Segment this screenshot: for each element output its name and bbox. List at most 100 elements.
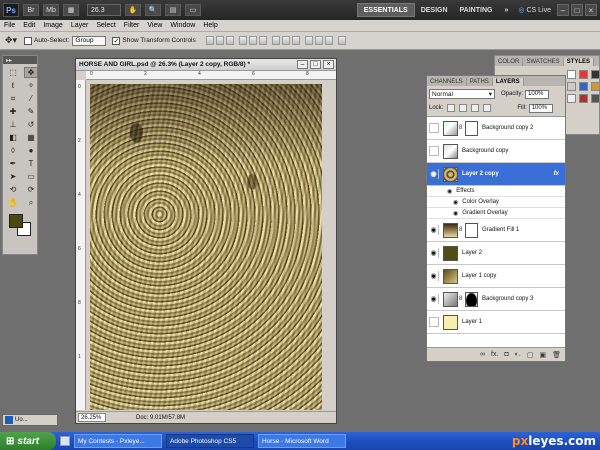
arrange-documents-button[interactable]: ▤	[165, 4, 181, 16]
lasso-tool-icon[interactable]: ℓ	[6, 80, 20, 91]
style-swatch[interactable]	[579, 82, 588, 91]
menu-filter[interactable]: Filter	[120, 22, 144, 29]
layer-row[interactable]: Background copy	[427, 140, 565, 163]
close-button[interactable]: ×	[585, 4, 597, 16]
taskbar-item-photoshop[interactable]: Adobe Photoshop CS5	[166, 434, 254, 448]
eyedropper-icon[interactable]: ⁄	[24, 93, 38, 104]
move-tool-icon[interactable]: ✥	[24, 67, 38, 78]
style-swatch[interactable]	[567, 70, 576, 79]
align-top-icon[interactable]	[205, 36, 214, 45]
style-swatch[interactable]	[591, 94, 600, 103]
screen-mode-button[interactable]: ▭	[185, 4, 201, 16]
layer-row[interactable]: ◉ 8 Background copy 3	[427, 288, 565, 311]
zoom-level-field[interactable]: 26.3	[87, 4, 121, 16]
layer-row[interactable]: ◉ Layer 2	[427, 242, 565, 265]
fx-icon[interactable]: fx	[554, 171, 559, 177]
effect-row[interactable]: ◉ Gradient Overlay	[427, 208, 565, 219]
3d-camera-icon[interactable]: ⟳	[24, 184, 38, 195]
auto-select-checkbox[interactable]	[24, 36, 32, 45]
maximize-button[interactable]: □	[571, 4, 583, 16]
menu-select[interactable]: Select	[92, 22, 119, 29]
style-swatch[interactable]	[591, 70, 600, 79]
auto-select-dropdown[interactable]: Group	[72, 35, 107, 46]
tab-paths[interactable]: PATHS	[467, 78, 493, 86]
3d-rotate-icon[interactable]: ⟲	[6, 184, 20, 195]
minimized-document-tab[interactable]: Uo...	[2, 414, 58, 426]
visibility-toggle[interactable]	[429, 146, 439, 156]
doc-maximize-button[interactable]: □	[310, 60, 321, 69]
type-tool-icon[interactable]: T	[24, 158, 38, 169]
menu-file[interactable]: File	[0, 22, 19, 29]
doc-zoom-field[interactable]: 26.25%	[78, 413, 106, 422]
new-group-icon[interactable]: ▢	[527, 351, 534, 359]
doc-minimize-button[interactable]: –	[297, 60, 308, 69]
dodge-tool-icon[interactable]: ●	[24, 145, 38, 156]
distribute-top-icon[interactable]	[271, 36, 280, 45]
lock-position-icon[interactable]	[471, 104, 480, 112]
menu-edit[interactable]: Edit	[19, 22, 39, 29]
minibridge-button[interactable]: Mb	[43, 4, 59, 16]
history-brush-icon[interactable]: ↺	[24, 119, 38, 130]
align-vcenter-icon[interactable]	[215, 36, 224, 45]
layer-row[interactable]: ◉ 8 Gradient Fill 1	[427, 219, 565, 242]
hand-tool-icon[interactable]: ✋	[6, 197, 20, 208]
cs-live-button[interactable]: ◎ CS Live	[514, 4, 555, 16]
healing-brush-icon[interactable]: ✚	[6, 106, 20, 117]
visibility-toggle[interactable]	[429, 317, 439, 327]
brush-tool-icon[interactable]: ✎	[24, 106, 38, 117]
crop-tool-icon[interactable]: ⌗	[6, 93, 20, 104]
eye-icon[interactable]: ◉	[453, 210, 458, 217]
bridge-button[interactable]: Br	[23, 4, 39, 16]
magic-wand-icon[interactable]: ✧	[24, 80, 38, 91]
style-swatch[interactable]	[567, 82, 576, 91]
menu-window[interactable]: Window	[166, 22, 199, 29]
eye-icon[interactable]: ◉	[447, 188, 452, 195]
zoom-tool-icon[interactable]: ⌕	[24, 197, 38, 208]
zoom-icon[interactable]: 🔍	[145, 4, 161, 16]
tab-swatches[interactable]: SWATCHES	[523, 58, 564, 66]
shape-tool-icon[interactable]: ▭	[24, 171, 38, 182]
lock-all-icon[interactable]	[483, 104, 492, 112]
add-style-icon[interactable]: fx.	[491, 351, 498, 358]
move-tool-icon[interactable]: ✥▾	[4, 35, 18, 47]
path-selection-icon[interactable]: ➤	[6, 171, 20, 182]
view-extras-button[interactable]: ▦	[63, 4, 79, 16]
align-bottom-icon[interactable]	[225, 36, 234, 45]
effects-header[interactable]: ◉ Effects	[427, 186, 565, 197]
eye-icon[interactable]: ◉	[429, 225, 439, 235]
pen-tool-icon[interactable]: ✒	[6, 158, 20, 169]
align-left-icon[interactable]	[238, 36, 247, 45]
add-mask-icon[interactable]: ◘	[504, 351, 508, 358]
menu-image[interactable]: Image	[39, 22, 66, 29]
style-swatch[interactable]	[579, 70, 588, 79]
lock-transparency-icon[interactable]	[447, 104, 456, 112]
minimize-button[interactable]: –	[557, 4, 569, 16]
image-canvas[interactable]	[90, 84, 322, 410]
eye-icon[interactable]: ◉	[429, 294, 439, 304]
opacity-field[interactable]: 100%	[525, 89, 550, 99]
taskbar-item-word[interactable]: Horse - Microsoft Word	[258, 434, 346, 448]
tools-panel-header[interactable]: ▸▸	[3, 56, 37, 64]
tab-channels[interactable]: CHANNELS	[427, 78, 467, 86]
effect-row[interactable]: ◉ Color Overlay	[427, 197, 565, 208]
workspace-painting[interactable]: PAINTING	[454, 3, 499, 17]
eraser-tool-icon[interactable]: ◧	[6, 132, 20, 143]
marquee-tool-icon[interactable]: ⬚	[6, 67, 20, 78]
workspace-design[interactable]: DESIGN	[415, 3, 454, 17]
layer-row[interactable]: 8 Background copy 2	[427, 117, 565, 140]
blur-tool-icon[interactable]: ◊	[6, 145, 20, 156]
taskbar-item-browser[interactable]: My Contests - Pxleye...	[74, 434, 162, 448]
distribute-right-icon[interactable]	[324, 36, 333, 45]
lock-pixels-icon[interactable]	[459, 104, 468, 112]
fill-field[interactable]: 100%	[528, 103, 553, 113]
trash-icon[interactable]: 🗑	[552, 351, 561, 359]
foreground-color-swatch[interactable]	[9, 214, 23, 228]
more-workspaces-button[interactable]: »	[498, 3, 514, 17]
menu-layer[interactable]: Layer	[67, 22, 93, 29]
visibility-toggle[interactable]	[429, 123, 439, 133]
layer-row[interactable]: ◉ Layer 2 copy fx	[427, 163, 565, 186]
show-transform-checkbox[interactable]: ✓	[112, 36, 121, 45]
link-layers-icon[interactable]: ∞	[480, 351, 485, 358]
start-button[interactable]: ⊞ start	[0, 432, 56, 450]
quick-launch-icon[interactable]	[60, 436, 70, 446]
